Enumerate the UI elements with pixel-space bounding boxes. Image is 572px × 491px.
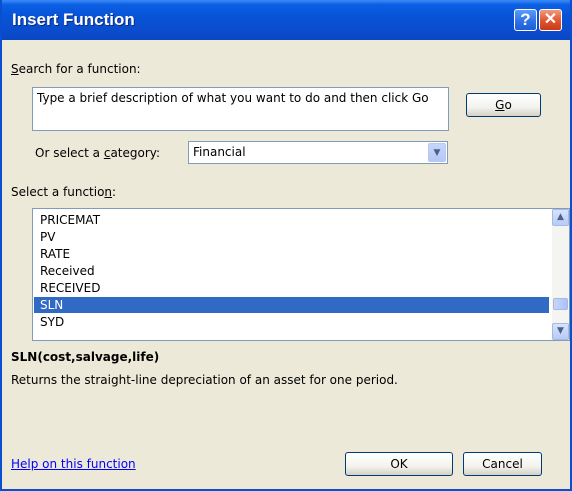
function-description: Returns the straight-line depreciation o… (11, 373, 398, 387)
cancel-button[interactable]: Cancel (463, 452, 542, 476)
category-select[interactable]: Financial ▼ (188, 141, 448, 164)
function-syntax: SLN(cost,salvage,life) (11, 350, 160, 364)
scroll-down-button[interactable]: ▼ (552, 323, 569, 340)
vertical-scrollbar[interactable]: ▲ ▼ (552, 209, 569, 340)
close-icon: ✕ (543, 11, 558, 28)
category-label-post: ategory: (110, 146, 161, 160)
function-list-label-pre: Select a functio (11, 185, 105, 199)
go-button[interactable]: Go (466, 93, 541, 117)
function-list-label: Select a function: (11, 185, 116, 199)
dialog-title: Insert Function (12, 10, 135, 29)
title-bar[interactable]: Insert Function ? ✕ (2, 0, 570, 40)
function-list-item[interactable]: PV (34, 229, 549, 245)
function-list-item[interactable]: RECEIVED (34, 280, 549, 296)
category-label-pre: Or select a (35, 146, 104, 160)
function-list-label-accesskey: n (104, 185, 113, 199)
help-on-function-link[interactable]: Help on this function (11, 457, 136, 471)
category-selected-value: Financial (193, 145, 246, 159)
search-label-text: earch for a function: (18, 62, 141, 76)
help-icon: ? (520, 10, 531, 29)
insert-function-dialog: Insert Function ? ✕ Search for a functio… (0, 0, 572, 491)
function-list-label-post: : (112, 185, 117, 199)
close-button[interactable]: ✕ (539, 9, 562, 31)
function-list-item[interactable]: PRICEMAT (34, 212, 549, 228)
help-button[interactable]: ? (514, 9, 537, 31)
category-label: Or select a category: (35, 146, 160, 160)
chevron-up-icon: ▲ (557, 212, 564, 222)
function-list-item[interactable]: SLN (34, 297, 549, 313)
ok-button[interactable]: OK (345, 452, 453, 476)
function-list-item[interactable]: RATE (34, 246, 549, 262)
search-label: Search for a function: (11, 62, 141, 76)
chevron-down-icon: ▼ (557, 326, 564, 336)
go-button-label: o (504, 98, 512, 112)
search-label-accesskey: S (11, 62, 19, 76)
function-list-item[interactable]: Received (34, 263, 549, 279)
scroll-up-button[interactable]: ▲ (552, 209, 569, 226)
chevron-down-icon[interactable]: ▼ (428, 143, 446, 162)
function-listbox[interactable]: PRICEMAT PV RATE Received RECEIVED SLN SYD ▲ ▼ (32, 208, 570, 341)
function-list-item[interactable]: SYD (34, 314, 549, 330)
scrollbar-thumb[interactable] (553, 298, 568, 310)
search-input[interactable]: Type a brief description of what you wan… (32, 87, 449, 131)
